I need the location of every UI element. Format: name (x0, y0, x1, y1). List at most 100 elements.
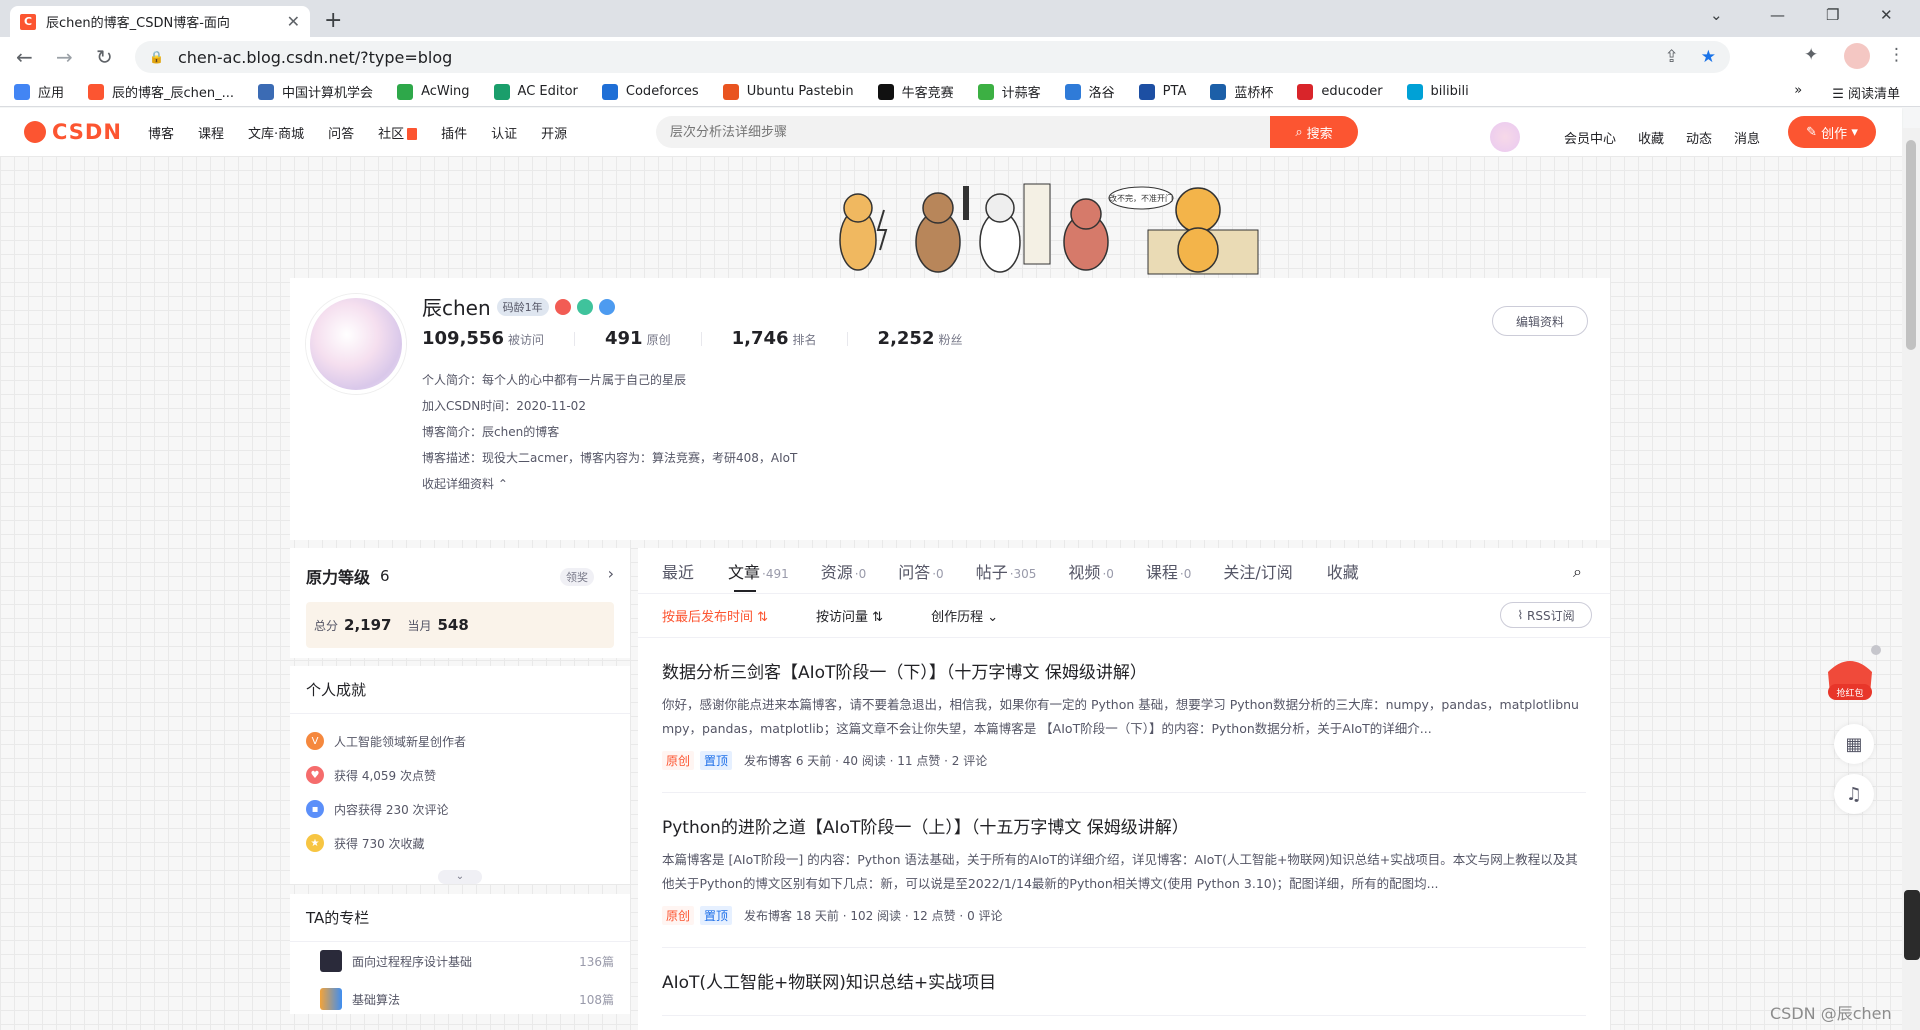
expand-more-button[interactable]: ⌄ (438, 870, 482, 884)
badge-icon[interactable] (576, 298, 593, 315)
badge-icon[interactable] (554, 298, 571, 315)
article-title[interactable]: Python的进阶之道【AIoT阶段一（上）】（十五万字博文 保姆级讲解） (662, 813, 1586, 838)
stat-visits: 109,556 被访问 (422, 328, 544, 349)
bookmarks-bar: 应用 辰的博客_辰chen_... 中国计算机学会 AcWing AC Editor Co… (0, 77, 1920, 107)
url-text[interactable]: chen-ac.blog.csdn.net/?type=blog (178, 48, 452, 67)
bookmark-item[interactable]: 应用 (14, 82, 64, 101)
csdn-top-nav: CSDN 博客 课程 文库·商城 问答 社区 插件 认证 开源 ⌕ 搜索 会员中心 收藏 动态… (0, 108, 1902, 156)
article-title[interactable]: AIoT(人工智能+物联网)知识总结+实战项目 (662, 968, 1586, 993)
browser-tab[interactable]: C 辰chen的博客_CSDN博客-面向 ✕ (10, 6, 310, 37)
side-panel-handle[interactable] (1904, 890, 1920, 960)
column-item[interactable]: 基础算法 108篇 (290, 980, 630, 1018)
sort-by-views[interactable]: 按访问量 ⇅ (816, 606, 883, 625)
achievement-item: ★ 获得 730 次收藏 (306, 826, 614, 860)
svg-text:改不完，不准开门: 改不完，不准开门 (1109, 193, 1173, 203)
reload-icon[interactable]: ↻ (96, 45, 113, 69)
cat-character-1 (839, 193, 888, 271)
edit-profile-button[interactable]: 编辑资料 (1492, 306, 1588, 336)
content-tab[interactable]: 帖子 ·305 (976, 559, 1037, 583)
red-packet-widget[interactable]: 抢红包 (1818, 644, 1882, 708)
search-icon[interactable]: ⌕ (1573, 562, 1582, 582)
achievement-item: V 人工智能领域新星创作者 (306, 724, 614, 758)
bookmark-item[interactable]: Codeforces (601, 83, 699, 100)
creation-history[interactable]: 创作历程 ⌄ (931, 606, 998, 625)
reading-list[interactable]: ☰ 阅读清单 (1832, 83, 1900, 102)
nav-activity[interactable]: 动态 (1686, 128, 1712, 147)
nav-link[interactable]: 博客 (148, 123, 174, 142)
nav-messages[interactable]: 消息 (1734, 128, 1760, 147)
omnibox[interactable]: 🔒 chen-ac.blog.csdn.net/?type=blog ⇪ ★ (135, 41, 1730, 73)
share-icon[interactable]: ⇪ (1665, 47, 1679, 67)
achievements-title: 个人成就 (290, 666, 630, 714)
score-box: 总分 2,197 当月 548 (306, 602, 614, 648)
bookmark-item[interactable]: 牛客竞赛 (877, 82, 954, 101)
bookmark-item[interactable]: 蓝桥杯 (1210, 82, 1273, 101)
back-icon[interactable]: ← (16, 45, 33, 69)
nav-favorites[interactable]: 收藏 (1638, 128, 1664, 147)
pen-icon: ✎ (1806, 124, 1818, 140)
nav-link[interactable]: 插件 (441, 123, 467, 142)
bookmark-item[interactable]: bilibili (1406, 83, 1469, 100)
rss-icon: ⌇ (1517, 608, 1524, 622)
profile-avatar[interactable] (1844, 43, 1870, 69)
search-input[interactable] (670, 124, 1270, 140)
menu-icon[interactable]: ⋮ (1888, 45, 1905, 65)
content-tab[interactable]: 收藏 (1327, 559, 1361, 583)
bookmark-item[interactable]: 辰的博客_辰chen_... (88, 82, 234, 101)
extensions-icon[interactable]: ✦ (1804, 45, 1818, 65)
minimize-icon[interactable]: — (1770, 6, 1785, 24)
claim-reward-button[interactable]: 领奖 (560, 568, 594, 586)
content-tab[interactable]: 最近 (662, 559, 696, 583)
article-desc[interactable]: 本篇博客是 [AIoT阶段一] 的内容：Python 语法基础，关于所有的AIo… (662, 848, 1586, 896)
bookmark-icon (14, 83, 30, 100)
bookmark-item[interactable]: Ubuntu Pastebin (722, 83, 854, 100)
nav-link[interactable]: 课程 (198, 123, 224, 142)
nav-link[interactable]: 问答 (328, 123, 354, 142)
forward-icon[interactable]: → (56, 45, 73, 69)
content-tab[interactable]: 视频 ·0 (1068, 559, 1113, 583)
profile-join-date: 加入CSDN时间：2020-11-02 (422, 399, 586, 413)
nav-link[interactable]: 社区 (378, 123, 418, 142)
content-tab[interactable]: 课程 ·0 (1146, 559, 1191, 583)
bookmark-item[interactable]: educoder (1297, 83, 1383, 100)
bookmark-star-icon[interactable]: ★ (1701, 47, 1716, 67)
sort-by-date[interactable]: 按最后发布时间 ⇅ (662, 606, 768, 625)
csdn-logo[interactable]: CSDN (24, 120, 122, 144)
profile-avatar[interactable] (306, 294, 406, 394)
nav-vip[interactable]: 会员中心 (1564, 128, 1616, 147)
user-avatar[interactable] (1490, 122, 1520, 152)
article-title[interactable]: 数据分析三剑客【AIoT阶段一（下）】（十万字博文 保姆级讲解） (662, 658, 1586, 683)
collapse-details-link[interactable]: 收起详细资料 ⌃ (422, 475, 508, 492)
nav-link[interactable]: 文库·商城 (248, 123, 304, 142)
content-tab[interactable]: 问答 ·0 (898, 559, 943, 583)
bookmark-item[interactable]: 计蒜客 (977, 82, 1041, 101)
restore-icon[interactable]: ❐ (1826, 6, 1839, 24)
scrollbar-thumb[interactable] (1906, 140, 1916, 350)
create-button[interactable]: ✎ 创作 ▾ (1788, 116, 1876, 148)
more-bookmarks-icon[interactable]: » (1794, 83, 1802, 102)
nav-link[interactable]: 认证 (491, 123, 517, 142)
rss-subscribe-button[interactable]: ⌇ RSS订阅 (1500, 602, 1592, 628)
article-item: 数据分析三剑客【AIoT阶段一（下）】（十万字博文 保姆级讲解） 你好，感谢你能点… (662, 638, 1586, 793)
bookmark-item[interactable]: PTA (1138, 83, 1186, 100)
content-tab[interactable]: 文章 ·491 (728, 559, 789, 583)
close-icon[interactable]: ✕ (287, 12, 300, 31)
content-tab[interactable]: 资源 ·0 (821, 559, 866, 583)
bookmark-item[interactable]: AcWing (397, 83, 470, 100)
lock-icon[interactable]: 🔒 (149, 50, 164, 64)
chevron-right-icon[interactable]: › (608, 564, 614, 583)
nav-link[interactable]: 开源 (541, 123, 567, 142)
badge-icon[interactable] (598, 298, 615, 315)
search-button[interactable]: ⌕ 搜索 (1270, 116, 1358, 148)
column-item[interactable]: 面向过程程序设计基础 136篇 (290, 942, 630, 980)
article-desc[interactable]: 你好，感谢你能点进来本篇博客，请不要着急退出，相信我，如果你有一定的 Pytho… (662, 693, 1586, 741)
qr-code-icon[interactable]: ▦ (1834, 724, 1874, 764)
tab-search-icon[interactable]: ⌄ (1710, 6, 1723, 24)
bookmark-item[interactable]: 中国计算机学会 (258, 82, 373, 101)
new-tab-icon[interactable]: + (324, 8, 342, 33)
bookmark-item[interactable]: AC Editor (493, 83, 578, 100)
bookmark-item[interactable]: 洛谷 (1064, 82, 1115, 101)
content-tab[interactable]: 关注/订阅 (1223, 559, 1294, 583)
headset-icon[interactable]: ♫ (1834, 774, 1874, 814)
close-window-icon[interactable]: ✕ (1880, 6, 1893, 24)
